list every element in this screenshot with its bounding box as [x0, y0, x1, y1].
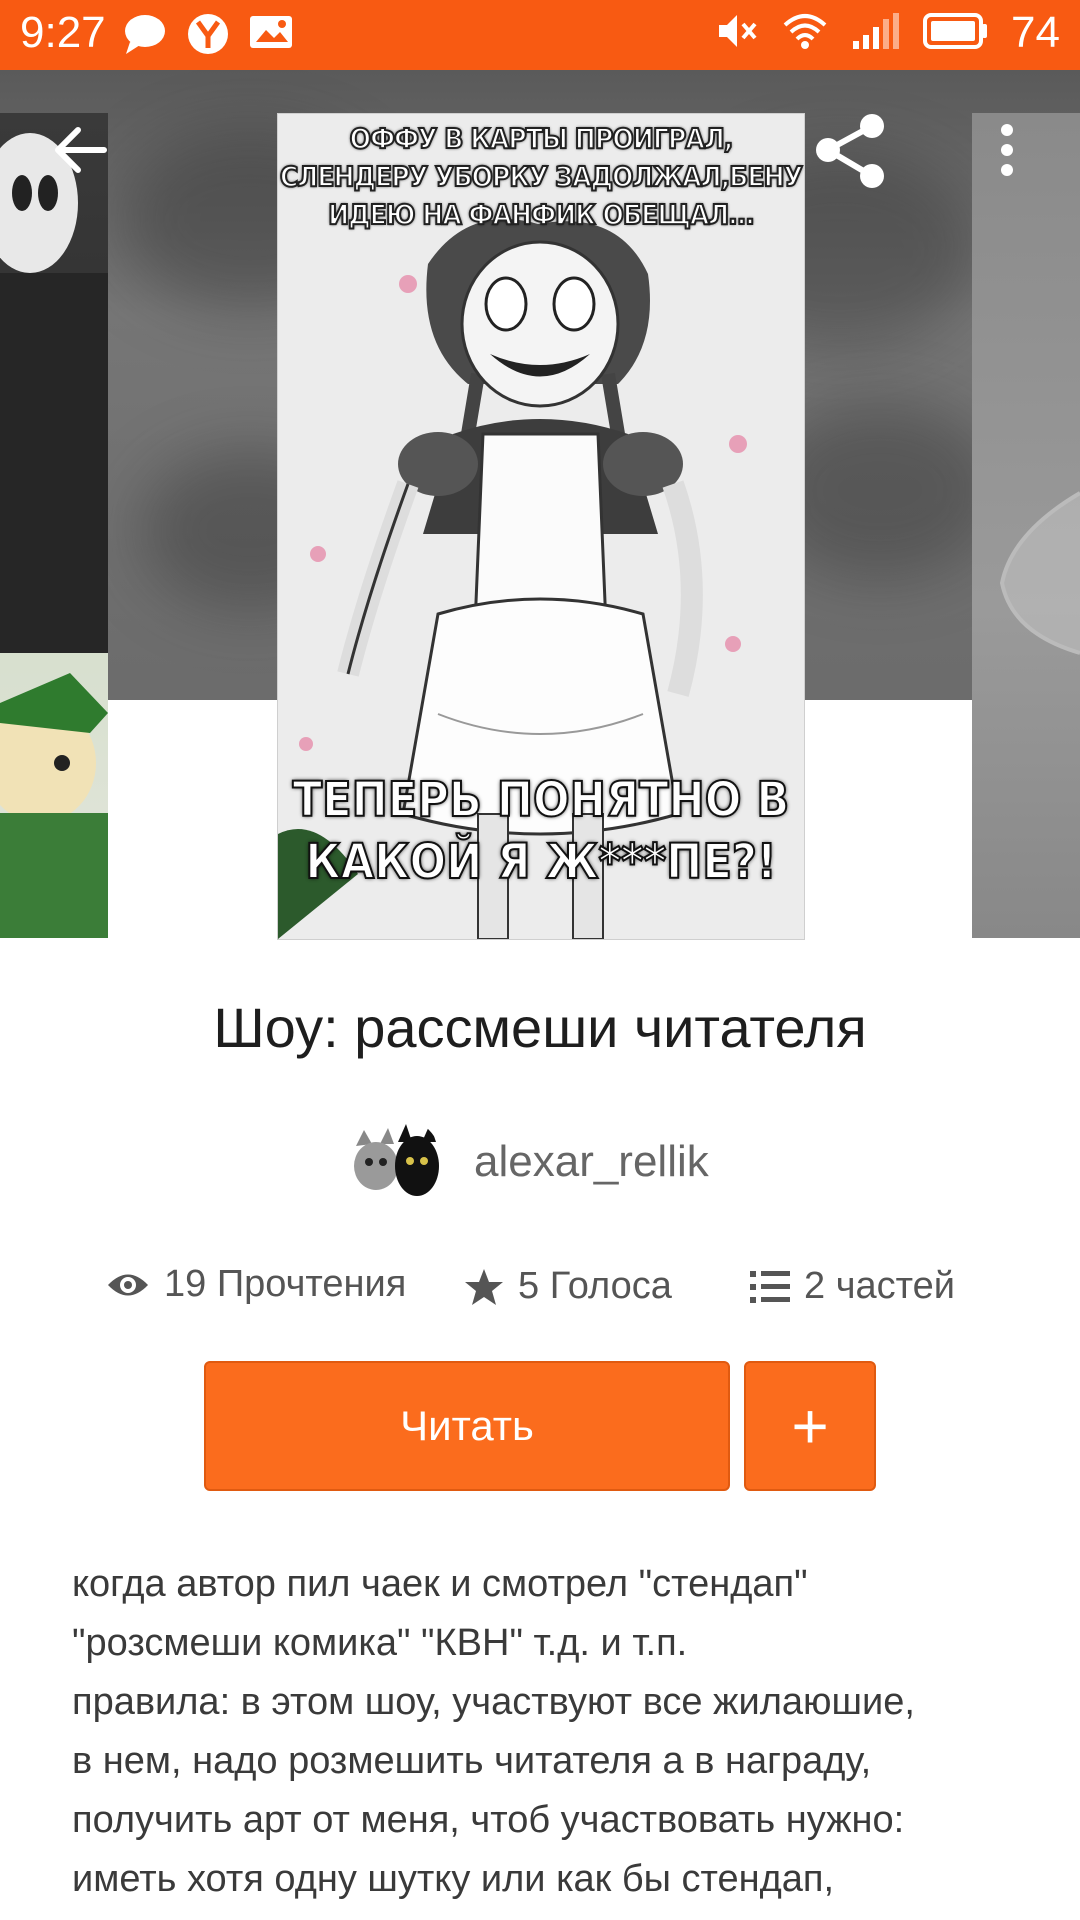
star-icon	[465, 1268, 503, 1305]
battery-level: 74	[1011, 8, 1060, 57]
mute-icon	[715, 11, 759, 56]
description-line: "розсмеши комика" "КВН" т.д. и т.п.	[72, 1622, 688, 1664]
description-line: получить арт от меня, чтоб участвовать н…	[72, 1799, 905, 1841]
story-description: когда автор пил чаек и смотрел "стендап"…	[72, 1555, 1022, 1909]
votes-count: 5 Голоса	[518, 1265, 672, 1307]
list-icon	[750, 1270, 790, 1303]
cats-avatar-image	[350, 1116, 442, 1208]
author-row[interactable]: alexar_rellik	[350, 1116, 709, 1208]
reads-stat: 19 Прочтения	[106, 1263, 406, 1306]
votes-stat: 5 Голоса	[464, 1265, 672, 1308]
share-button[interactable]	[812, 112, 890, 190]
cover-caption-bottom: ТЕПЕРЬ ПОНЯТНО В КАКОЙ Я Ж***ПЕ?!	[292, 771, 791, 891]
back-arrow-icon	[55, 127, 107, 173]
story-cover-image[interactable]: ОФФУ В КАРТЫ ПРОИГРАЛ, СЛЕНДЕРУ УБОРКУ З…	[277, 113, 805, 940]
author-name[interactable]: alexar_rellik	[474, 1137, 709, 1187]
description-line: иметь хотя одну шутку или как бы стендап…	[72, 1858, 835, 1900]
more-options-button[interactable]	[992, 118, 1022, 188]
status-time: 9:27	[20, 8, 106, 57]
yandex-browser-icon	[186, 12, 230, 61]
next-cover-art	[999, 491, 1080, 655]
previous-story-cover[interactable]	[0, 113, 108, 938]
next-story-cover[interactable]	[972, 113, 1080, 938]
share-icon	[816, 114, 884, 188]
description-line: правила: в этом шоу, участвуют все жилаю…	[72, 1681, 915, 1723]
gallery-icon	[248, 12, 294, 61]
message-icon	[122, 12, 168, 61]
add-to-library-button[interactable]: +	[744, 1361, 876, 1491]
story-stats: 19 Прочтения 5 Голоса 2 частей	[0, 1263, 1080, 1323]
status-bar: 9:27 74	[0, 0, 1080, 70]
wifi-icon	[781, 11, 829, 56]
read-button[interactable]: Читать	[204, 1361, 730, 1491]
back-button[interactable]	[50, 120, 110, 180]
more-vertical-icon	[1001, 124, 1013, 176]
description-line: в нем, надо розмешить читателя а в награ…	[72, 1740, 872, 1782]
signal-icon	[851, 11, 901, 56]
description-line: когда автор пил чаек и смотрел "стендап"	[72, 1563, 808, 1605]
previous-cover-art	[0, 133, 108, 938]
story-title: Шоу: рассмеши читателя	[213, 996, 867, 1059]
reads-count: 19 Прочтения	[164, 1263, 407, 1305]
cover-caption-top: ОФФУ В КАРТЫ ПРОИГРАЛ, СЛЕНДЕРУ УБОРКУ З…	[279, 121, 804, 232]
battery-icon	[923, 12, 989, 54]
parts-count: 2 частей	[804, 1265, 955, 1307]
eye-icon	[108, 1274, 148, 1295]
status-right: 74	[715, 8, 1060, 58]
avatar[interactable]	[350, 1116, 442, 1208]
status-left-icons	[122, 12, 294, 61]
parts-stat[interactable]: 2 частей	[750, 1265, 955, 1308]
